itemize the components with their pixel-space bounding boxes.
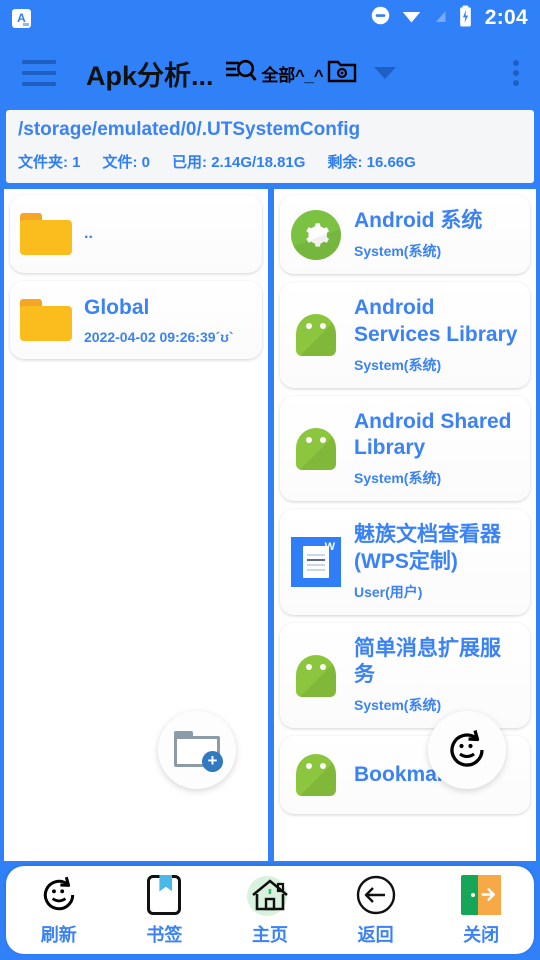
app-type: System(系统) <box>354 356 442 373</box>
nav-label: 刷新 <box>40 924 77 945</box>
refresh-smiley-icon <box>444 727 490 773</box>
list-item[interactable]: 简单消息扩展服务 System(系统) <box>280 622 530 729</box>
app-name: 简单消息扩展服务 <box>354 636 501 686</box>
nav-label: 书签 <box>146 924 183 945</box>
battery-charging-icon <box>458 5 473 32</box>
filter-label: 全部^_^ <box>261 65 324 85</box>
android-robot-icon <box>290 650 342 702</box>
status-bar-clock: 2:04 <box>484 6 528 29</box>
nav-item-close[interactable]: 关闭 <box>433 874 529 947</box>
stat-free: 剩余: 16.66G <box>327 154 416 171</box>
app-item-text: Android 系统 System(系统) <box>354 208 482 261</box>
nav-item-refresh[interactable]: 刷新 <box>11 874 107 947</box>
file-item-text: Global 2022-04-02 09:26:39´ʊ` <box>84 295 234 344</box>
file-name: Global <box>84 296 150 320</box>
list-item[interactable]: Android Services Library System(系统) <box>280 282 530 388</box>
app-item-text: 魅族文档查看器(WPS定制) User(用户) <box>354 522 520 602</box>
list-item[interactable]: W 魅族文档查看器(WPS定制) User(用户) <box>280 509 530 615</box>
app-type: System(系统) <box>354 697 442 714</box>
hamburger-menu-icon[interactable] <box>22 60 56 86</box>
nav-label: 返回 <box>357 924 394 945</box>
app-item-text: Android Shared Library System(系统) <box>354 409 520 489</box>
stat-files: 文件: 0 <box>102 154 151 171</box>
folder-icon <box>20 299 72 341</box>
path-info-bar[interactable]: /storage/emulated/0/.UTSystemConfig 文件夹:… <box>6 110 534 183</box>
app-root: A 2:04 Apk分析... 全部^_^ /storage/emulated/… <box>0 0 540 960</box>
app-name: Android 系统 <box>354 209 483 232</box>
content-panes: .. Global 2022-04-02 09:26:39´ʊ` + Andro… <box>4 189 536 861</box>
nav-item-bookmark[interactable]: 书签 <box>116 874 212 947</box>
list-item[interactable]: Android 系统 System(系统) <box>280 195 530 275</box>
app-item-text: Android Services Library System(系统) <box>354 295 520 375</box>
filter-control[interactable]: 全部^_^ <box>224 56 397 91</box>
folder-icon <box>20 213 72 255</box>
exit-door-icon <box>461 874 502 916</box>
dnd-icon <box>370 5 391 31</box>
stat-folders: 文件夹: 1 <box>18 154 81 171</box>
storage-stats: 文件夹: 1 文件: 0 已用: 2.14G/18.81G 剩余: 16.66G <box>18 151 522 172</box>
app-type: System(系统) <box>354 243 442 260</box>
wps-document-icon: W <box>290 536 342 588</box>
app-notification-icon: A <box>12 8 31 28</box>
nav-item-back[interactable]: 返回 <box>328 874 424 947</box>
new-folder-button[interactable]: + <box>158 711 236 789</box>
current-path: /storage/emulated/0/.UTSystemConfig <box>18 119 361 140</box>
chevron-down-icon[interactable] <box>374 67 397 79</box>
android-robot-icon <box>290 309 342 361</box>
android-robot-icon <box>290 749 342 801</box>
app-list-pane: Android 系统 System(系统) Android Services L… <box>274 189 536 861</box>
refresh-smiley-icon <box>38 874 80 916</box>
signal-off-icon <box>432 5 449 31</box>
file-item-text: .. <box>84 224 93 244</box>
list-item[interactable]: Global 2022-04-02 09:26:39´ʊ` <box>10 281 262 359</box>
nav-label: 主页 <box>251 924 288 945</box>
list-item[interactable]: .. <box>10 195 262 273</box>
status-bar-left: A <box>12 8 31 28</box>
app-item-text: 简单消息扩展服务 System(系统) <box>354 636 520 716</box>
wifi-icon <box>400 5 423 31</box>
new-folder-icon: + <box>174 731 223 772</box>
page-title: Apk分析... <box>86 60 214 91</box>
status-bar: A 2:04 <box>0 0 540 36</box>
status-bar-right: 2:04 <box>370 5 528 32</box>
bottom-navigation: 刷新 书签 主页 返回 关闭 <box>6 866 534 954</box>
nav-label: 关闭 <box>463 924 500 945</box>
android-robot-icon <box>290 423 342 475</box>
app-name: Android Services Library <box>354 296 518 346</box>
file-date: 2022-04-02 09:26:39´ʊ` <box>84 328 234 345</box>
app-bar: Apk分析... 全部^_^ <box>0 36 540 110</box>
refresh-fab-button[interactable] <box>428 711 506 789</box>
home-icon <box>246 874 293 916</box>
bookmark-icon <box>147 874 182 916</box>
app-name: Android Shared Library <box>354 409 512 459</box>
gear-circle-icon <box>290 209 342 261</box>
overflow-menu-icon[interactable] <box>502 60 530 86</box>
back-arrow-icon <box>355 874 397 916</box>
file-list-pane: .. Global 2022-04-02 09:26:39´ʊ` + <box>4 189 268 861</box>
file-name: .. <box>84 225 93 242</box>
folder-settings-icon[interactable] <box>327 57 357 89</box>
app-type: System(系统) <box>354 470 442 487</box>
list-item[interactable]: Android Shared Library System(系统) <box>280 395 530 502</box>
filter-search-icon[interactable] <box>224 56 258 91</box>
app-type: User(用户) <box>354 583 423 600</box>
nav-item-home[interactable]: 主页 <box>222 874 318 947</box>
app-name: 魅族文档查看器(WPS定制) <box>354 523 501 573</box>
stat-used: 已用: 2.14G/18.81G <box>172 154 306 171</box>
